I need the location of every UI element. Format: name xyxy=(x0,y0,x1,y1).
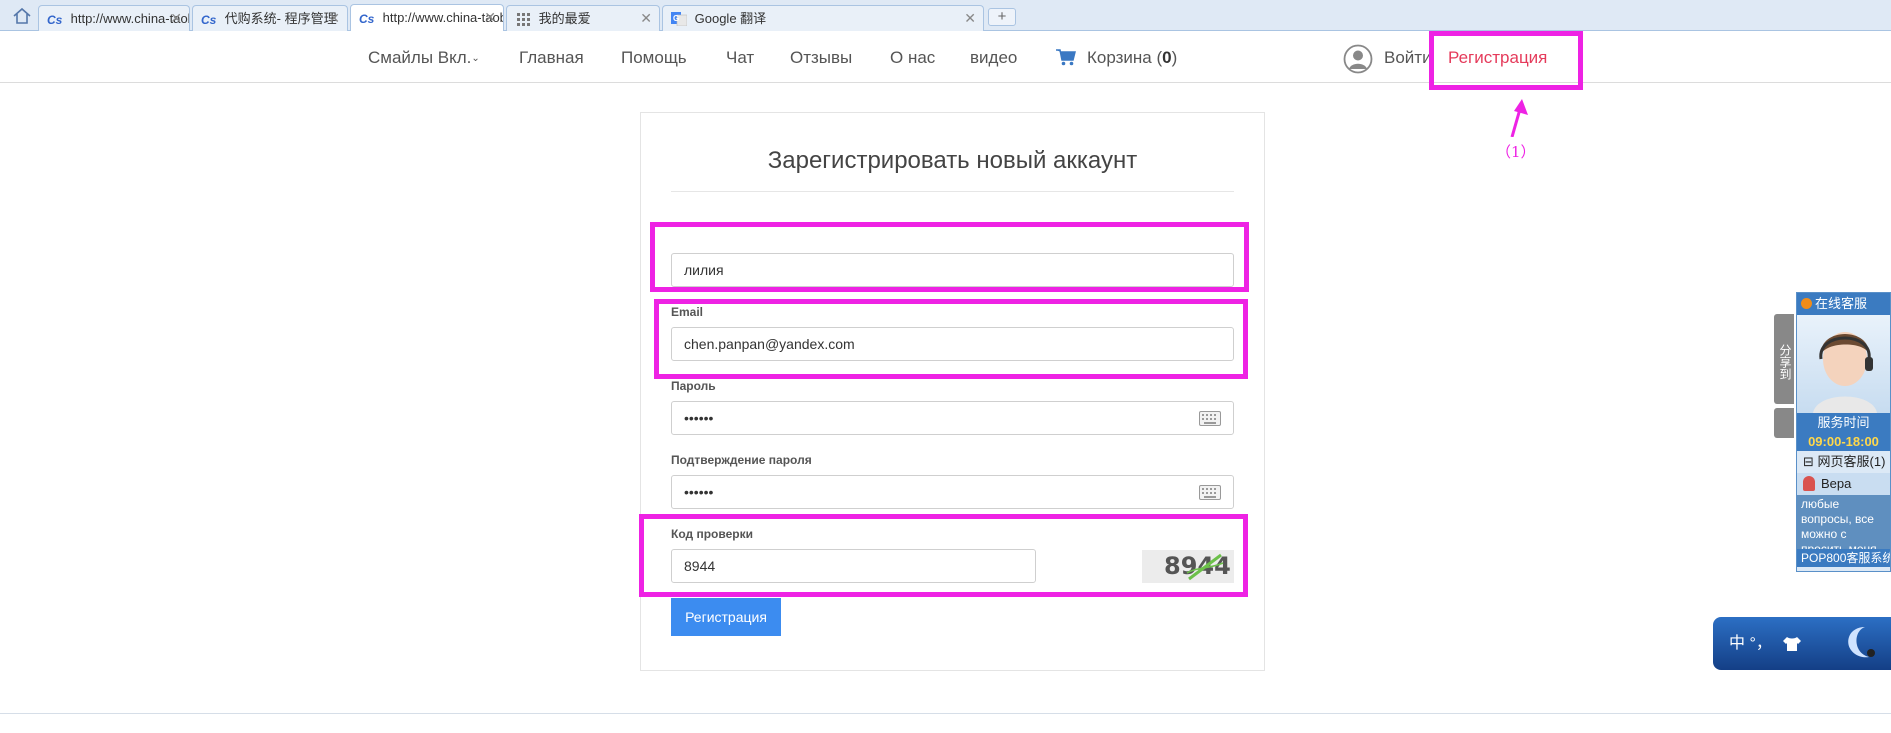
captcha-noise-icon xyxy=(1186,553,1224,581)
nav-smiles-toggle[interactable]: Смайлы Вкл.⌄ xyxy=(368,48,480,68)
tab-close-icon[interactable]: ✕ xyxy=(964,6,976,30)
captcha-label: Код проверки xyxy=(671,527,753,541)
share-sidebar-toggle[interactable] xyxy=(1774,408,1794,438)
nav-reviews[interactable]: Отзывы xyxy=(790,48,852,68)
annotation-label: （1） xyxy=(1496,143,1536,161)
support-group-label: 网页客服(1) xyxy=(1817,454,1886,469)
support-footer[interactable]: POP800客服系统 xyxy=(1797,549,1890,567)
headset-agent-icon xyxy=(1813,332,1877,413)
divider xyxy=(671,191,1234,192)
support-header[interactable]: 在线客服 xyxy=(1797,293,1890,315)
nav-home[interactable]: Главная xyxy=(519,48,584,68)
shopping-cart-icon[interactable] xyxy=(1056,48,1076,66)
keyboard-icon[interactable] xyxy=(1199,411,1221,426)
confirm-password-value: •••••• xyxy=(684,484,714,500)
nav-cart[interactable]: Корзина (0) xyxy=(1087,48,1177,68)
browser-tab-3-active[interactable]: Cs http://www.china-taob... ✕ xyxy=(350,4,504,32)
username-input[interactable]: лилия xyxy=(671,253,1234,287)
support-agent-item[interactable]: Вера xyxy=(1797,473,1890,495)
nav-help[interactable]: Помощь xyxy=(621,48,687,68)
new-tab-button[interactable]: + xyxy=(988,8,1016,26)
tab-close-icon[interactable]: ✕ xyxy=(484,5,496,29)
support-hours: 09:00-18:00 xyxy=(1797,433,1890,451)
support-message: любые вопросы, все можно с просить меня xyxy=(1797,495,1890,549)
svg-text:Cs: Cs xyxy=(201,13,217,26)
ime-label: 中 °， xyxy=(1729,635,1772,652)
moon-mascot-icon xyxy=(1848,627,1875,658)
support-group[interactable]: ⊟ 网页客服(1) xyxy=(1797,451,1890,473)
shirt-icon[interactable] xyxy=(1782,636,1802,652)
cs-favicon-icon: Cs xyxy=(47,13,63,26)
cs-favicon-icon: Cs xyxy=(359,12,375,25)
tab-close-icon[interactable]: ✕ xyxy=(640,6,652,30)
support-hours-label: 服务时间 xyxy=(1797,413,1890,433)
keyboard-icon[interactable] xyxy=(1199,485,1221,500)
ime-toolbar[interactable]: 中 °， xyxy=(1713,617,1891,670)
user-avatar-icon[interactable] xyxy=(1343,44,1373,74)
site-header: Смайлы Вкл.⌄ Главная Помощь Чат Отзывы О… xyxy=(0,31,1891,83)
grid-favicon-icon xyxy=(517,12,530,26)
annotation-arrow-icon xyxy=(1510,99,1528,137)
page-footer-divider xyxy=(0,713,1891,714)
status-dot-icon xyxy=(1801,298,1812,309)
password-input[interactable]: •••••• xyxy=(671,401,1234,435)
svg-text:Cs: Cs xyxy=(359,12,375,25)
nav-video[interactable]: видео xyxy=(970,48,1017,68)
home-icon[interactable] xyxy=(12,7,32,25)
tab-close-icon[interactable]: ✕ xyxy=(328,6,340,30)
cart-count: 0 xyxy=(1162,48,1172,67)
register-link[interactable]: Регистрация xyxy=(1448,48,1547,68)
tab-title: 我的最爱 xyxy=(538,10,591,26)
chevron-down-icon: ⌄ xyxy=(471,53,480,65)
page-title: Зарегистрировать новый аккаунт xyxy=(767,147,1138,174)
agent-icon xyxy=(1803,476,1815,491)
registration-card: Зарегистрировать новый аккаунт лилия Ema… xyxy=(640,112,1265,671)
google-translate-favicon-icon: G xyxy=(671,11,687,26)
share-label: 分享到 xyxy=(1778,344,1792,380)
nav-cart-label: Корзина xyxy=(1087,48,1152,67)
captcha-input[interactable]: 8944 xyxy=(671,549,1036,583)
support-agent-photo xyxy=(1797,315,1890,413)
browser-tab-1[interactable]: Cs http://www.china-taob... ✕ xyxy=(38,5,190,31)
svg-text:G: G xyxy=(673,14,679,23)
confirm-password-input[interactable]: •••••• xyxy=(671,475,1234,509)
confirm-password-label: Подтверждение пароля xyxy=(671,453,812,467)
tab-close-icon[interactable]: ✕ xyxy=(170,6,182,30)
email-label: Email xyxy=(671,305,704,319)
register-submit-button[interactable]: Регистрация xyxy=(671,598,781,636)
browser-tab-4[interactable]: 我的最爱 ✕ xyxy=(506,5,660,31)
email-input[interactable]: chen.panpan@yandex.com xyxy=(671,327,1234,361)
tab-title: 代购系统- 程序管理 xyxy=(224,10,337,26)
tab-title: Google 翻译 xyxy=(694,10,767,26)
nav-smiles-label: Смайлы Вкл. xyxy=(368,48,472,67)
password-label: Пароль xyxy=(671,379,716,393)
login-link[interactable]: Войти xyxy=(1384,48,1432,68)
nav-about[interactable]: О нас xyxy=(890,48,935,68)
browser-tab-strip: Cs http://www.china-taob... ✕ Cs 代购系统- 程… xyxy=(0,0,1891,32)
share-sidebar[interactable]: 分享到 xyxy=(1774,314,1794,404)
svg-text:Cs: Cs xyxy=(47,13,63,26)
cs-favicon-icon: Cs xyxy=(201,13,217,26)
support-panel: 在线客服 服务时间 09:00-18:00 ⊟ 网页客服(1) Вера люб… xyxy=(1796,292,1891,572)
support-agent-name: Вера xyxy=(1821,476,1852,491)
support-header-label: 在线客服 xyxy=(1815,296,1868,311)
nav-chat[interactable]: Чат xyxy=(726,48,754,68)
browser-tab-5[interactable]: G Google 翻译 ✕ xyxy=(662,5,984,31)
password-value: •••••• xyxy=(684,410,714,426)
browser-tab-2[interactable]: Cs 代购系统- 程序管理 ✕ xyxy=(192,5,348,31)
